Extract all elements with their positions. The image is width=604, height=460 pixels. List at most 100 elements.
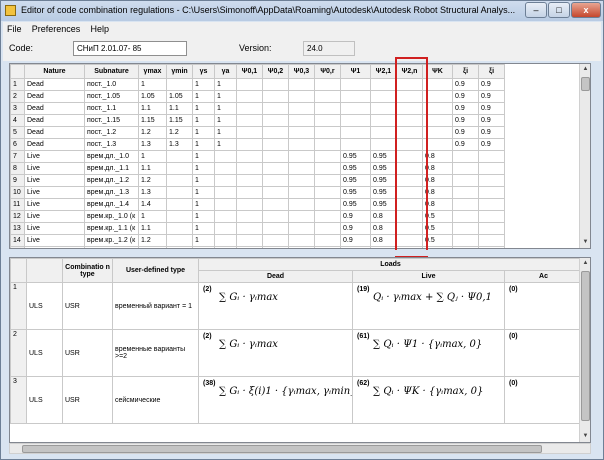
column-header[interactable]: Nature [24, 64, 85, 79]
column-header[interactable]: γs [192, 64, 215, 79]
table-cell[interactable]: 1 [214, 126, 237, 139]
table-cell[interactable]: 1.3 [138, 186, 167, 199]
column-header[interactable]: Ψ2,1 [370, 64, 397, 79]
table-cell[interactable]: 0.95 [370, 162, 397, 175]
table-row[interactable]: 8 Live врем.дл._1.1 1.1 1 0.95 0.95 0.8 [10, 162, 505, 175]
ac-formula-cell[interactable]: (0) [504, 282, 583, 330]
table-cell[interactable] [288, 114, 315, 127]
table-cell[interactable] [262, 198, 289, 211]
table-cell[interactable]: врем.дл._1.1 [84, 162, 139, 175]
table-cell[interactable] [236, 198, 263, 211]
table-cell[interactable]: 1.05 [166, 90, 193, 103]
table-cell[interactable] [236, 114, 263, 127]
table-cell[interactable] [214, 198, 237, 211]
table-cell[interactable] [452, 174, 479, 187]
table-cell[interactable]: пост._1.15 [84, 114, 139, 127]
column-header[interactable]: γmin [166, 64, 193, 79]
table-cell[interactable]: 0.9 [340, 234, 371, 247]
table-cell[interactable] [236, 138, 263, 151]
dead-formula-cell[interactable]: (38) ∑ Gᵢ · ξ(i)1 · {γᵢmax, γᵢmin} [198, 376, 353, 424]
table-cell[interactable]: Live [24, 246, 85, 248]
table-cell[interactable] [314, 78, 341, 91]
table-cell[interactable] [314, 102, 341, 115]
table-cell[interactable]: 0.9 [478, 114, 505, 127]
table-cell[interactable]: 0.95 [340, 150, 371, 163]
column-header[interactable]: Subnature [84, 64, 139, 79]
table-cell[interactable] [214, 150, 237, 163]
table-cell[interactable]: 0.95 [370, 150, 397, 163]
table-cell[interactable] [452, 246, 479, 248]
user-defined-type-cell[interactable]: временный вариант = 1 [112, 282, 199, 330]
table-cell[interactable]: 1 [192, 162, 215, 175]
table-cell[interactable]: 1 [192, 210, 215, 223]
table-cell[interactable]: 0.9 [340, 222, 371, 235]
table-cell[interactable] [370, 90, 397, 103]
table-cell[interactable]: 0.9 [452, 90, 479, 103]
table-row[interactable]: 3 ULS USR сейсмические (38) ∑ Gᵢ · ξ(i)1 · {γ… [10, 376, 583, 424]
table-cell[interactable]: 1.3 [166, 138, 193, 151]
table-cell[interactable] [478, 222, 505, 235]
table-cell[interactable] [166, 210, 193, 223]
table-cell[interactable]: 0.9 [340, 246, 371, 248]
table-cell[interactable] [288, 186, 315, 199]
code-cell[interactable]: ULS [26, 376, 63, 424]
table-cell[interactable] [166, 186, 193, 199]
table-cell[interactable]: 0.95 [340, 198, 371, 211]
table-row[interactable]: 12 Live врем.кр._1.0 (к 1 1 0.9 0.8 0.5 [10, 210, 505, 223]
table-cell[interactable]: врем.кр._1.1 (к [84, 222, 139, 235]
table-cell[interactable] [452, 198, 479, 211]
table-cell[interactable]: врем.кр._1.2 (к [84, 234, 139, 247]
table-cell[interactable]: 1 [192, 174, 215, 187]
table-cell[interactable] [452, 234, 479, 247]
table-cell[interactable]: 1 [192, 222, 215, 235]
table-cell[interactable] [288, 150, 315, 163]
table-row[interactable]: 10 Live врем.дл._1.3 1.3 1 0.95 0.95 0.8 [10, 186, 505, 199]
column-header[interactable]: Ψ0,r [314, 64, 341, 79]
table-cell[interactable] [236, 210, 263, 223]
table-cell[interactable]: 1.4 [138, 198, 167, 211]
table-cell[interactable]: 0.9 [452, 114, 479, 127]
table-cell[interactable]: 1.3 [138, 138, 167, 151]
scroll-thumb[interactable] [581, 271, 590, 421]
table-cell[interactable]: 0.9 [478, 102, 505, 115]
table-cell[interactable] [214, 174, 237, 187]
table-cell[interactable] [166, 198, 193, 211]
table-row[interactable]: 11 Live врем.дл._1.4 1.4 1 0.95 0.95 0.8 [10, 198, 505, 211]
code-field[interactable]: СНиП 2.01.07- 85 [73, 41, 187, 56]
table-cell[interactable]: 0.8 [370, 234, 397, 247]
table-cell[interactable]: Live [24, 234, 85, 247]
column-header[interactable] [10, 64, 25, 79]
hscroll-thumb[interactable] [22, 445, 542, 453]
table-cell[interactable]: 1 [192, 114, 215, 127]
code-cell[interactable]: ULS [26, 282, 63, 330]
table-cell[interactable]: 1.05 [138, 90, 167, 103]
table-cell[interactable] [262, 222, 289, 235]
table-cell[interactable] [262, 234, 289, 247]
table-cell[interactable]: врем.дл._1.0 [84, 150, 139, 163]
table-cell[interactable]: Dead [24, 126, 85, 139]
table-cell[interactable] [314, 138, 341, 151]
column-header[interactable]: ξi [478, 64, 505, 79]
table-cell[interactable] [236, 162, 263, 175]
scroll-up-icon[interactable]: ▲ [580, 258, 590, 269]
table-cell[interactable] [262, 162, 289, 175]
table-cell[interactable]: врем.кр._1.0 (к [84, 210, 139, 223]
table-cell[interactable]: врем.дл._1.4 [84, 198, 139, 211]
table-cell[interactable] [314, 150, 341, 163]
table-cell[interactable]: 1.1 [138, 162, 167, 175]
live-formula-cell[interactable]: (19) Qᵢ · γᵢmax + ∑ Qⱼ · Ψ0,1 [352, 282, 505, 330]
table-cell[interactable] [452, 186, 479, 199]
table-cell[interactable]: 1 [214, 102, 237, 115]
table-cell[interactable]: 1.3 [138, 246, 167, 248]
table-cell[interactable]: 0.9 [452, 138, 479, 151]
table-cell[interactable] [214, 234, 237, 247]
table-row[interactable]: 14 Live врем.кр._1.2 (к 1.2 1 0.9 0.8 0.5 [10, 234, 505, 247]
scroll-down-icon[interactable]: ▼ [580, 431, 590, 442]
table-row[interactable]: 13 Live врем.кр._1.1 (к 1.1 1 0.9 0.8 0.5 [10, 222, 505, 235]
table-cell[interactable] [370, 114, 397, 127]
table-cell[interactable]: 1.2 [166, 126, 193, 139]
regulations-grid[interactable]: Nature Subnature γmax γmin γs γa Ψ0,1 Ψ0,2 Ψ0,3 Ψ… [9, 63, 591, 249]
table-cell[interactable]: 1 [192, 150, 215, 163]
table-cell[interactable] [314, 186, 341, 199]
table-cell[interactable]: Live [24, 150, 85, 163]
